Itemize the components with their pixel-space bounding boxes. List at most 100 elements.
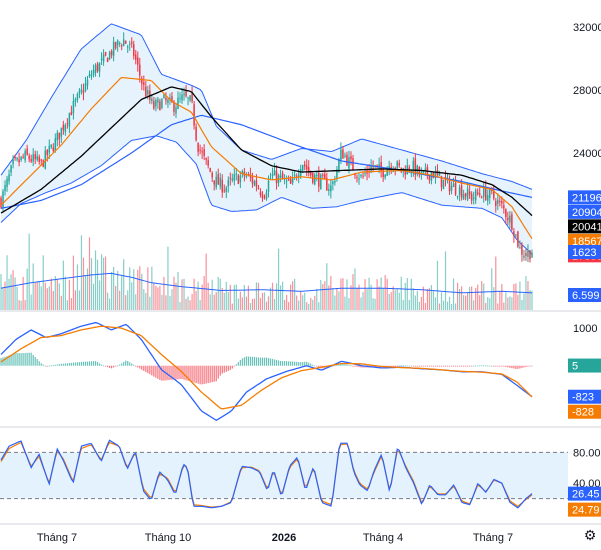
candle-body — [62, 124, 65, 131]
macd-histogram-bar — [418, 365, 420, 367]
candle-body — [458, 187, 461, 196]
volume-bar — [34, 282, 36, 310]
macd-histogram-bar — [141, 365, 143, 370]
macd-histogram-bar — [22, 353, 24, 366]
candle-body — [505, 209, 507, 218]
macd-histogram-bar — [456, 365, 459, 367]
candle-body — [229, 177, 232, 179]
candle-body — [139, 64, 141, 76]
candle-body — [38, 156, 40, 162]
candle-body — [320, 174, 322, 190]
candle-body — [32, 154, 34, 162]
candle-body — [185, 91, 187, 97]
volume-bar — [52, 290, 54, 310]
volume-bar — [509, 296, 511, 310]
candle-body — [217, 174, 219, 185]
volume-bar — [22, 276, 24, 310]
price-badge: 20041 — [568, 219, 601, 234]
macd-histogram-bar — [137, 365, 139, 368]
candle-body — [203, 149, 205, 156]
macd-histogram-bar — [36, 359, 38, 366]
volume-bar — [273, 299, 276, 310]
candle-body — [291, 178, 294, 183]
candle-body — [279, 175, 282, 178]
macd-histogram-bar — [229, 365, 231, 370]
volume-bar — [288, 302, 290, 310]
volume-bar — [344, 296, 346, 310]
volume-bar — [193, 278, 195, 310]
candle-body — [159, 101, 161, 111]
macd-histogram-bar — [88, 361, 91, 366]
macd-histogram-bar — [505, 365, 507, 367]
volume-bar — [384, 275, 386, 310]
volume-bar — [517, 294, 519, 310]
volume-bar — [215, 292, 217, 310]
macd-histogram-bar — [404, 365, 406, 367]
macd-signal-line — [0, 325, 533, 410]
candle-body — [116, 40, 119, 46]
macd-histogram-bar — [30, 352, 32, 366]
macd-histogram-bar — [416, 365, 418, 367]
candle-body — [396, 161, 399, 169]
candle-body — [460, 185, 463, 198]
macd-histogram-bar — [76, 362, 79, 366]
candle-body — [511, 214, 513, 230]
candle-body — [525, 253, 527, 256]
macd-histogram-bar — [209, 365, 211, 383]
macd-histogram-bar — [352, 365, 354, 367]
stock-chart[interactable]: 32000 28000 24000 1000 80.00 40.00 21196 20904 2… — [0, 0, 601, 545]
volume-bar — [42, 255, 44, 310]
candle-body — [314, 174, 316, 185]
macd-histogram-bar — [467, 365, 469, 367]
macd-histogram-bar — [281, 361, 284, 366]
macd-histogram-bar — [201, 365, 203, 385]
macd-histogram-bar — [167, 365, 169, 381]
candle-body — [358, 178, 360, 180]
candle-body — [424, 168, 427, 170]
volume-bar — [74, 290, 77, 310]
volume-bar — [173, 276, 175, 310]
candle-body — [237, 175, 240, 184]
volume-bar — [265, 301, 268, 310]
candle-body — [513, 231, 515, 236]
macd-histogram-bar — [155, 365, 157, 378]
volume-bar — [46, 288, 48, 310]
macd-badge: -823 — [568, 389, 601, 404]
macd-histogram-bar — [314, 365, 316, 367]
volume-bar — [14, 277, 16, 310]
candle-body — [78, 90, 81, 94]
candle-body — [132, 44, 135, 57]
macd-histogram-bar — [277, 360, 280, 366]
volume-bar — [436, 260, 439, 310]
volume-bar — [374, 298, 376, 310]
volume-bar — [225, 281, 227, 310]
macd-badge-label: 5 — [572, 361, 578, 373]
candle-body — [356, 177, 358, 179]
candle-body — [384, 174, 386, 178]
macd-histogram-bar — [454, 365, 457, 367]
macd-histogram-bar — [414, 365, 416, 367]
volume-bar — [410, 278, 412, 310]
macd-histogram-bar — [442, 365, 445, 367]
chart-canvas[interactable]: 320002800024000100080.0040.0021196209042… — [0, 0, 601, 545]
candle-body — [130, 41, 133, 44]
gear-icon[interactable]: ⚙ — [582, 527, 598, 543]
volume-bar — [96, 259, 99, 310]
volume-bar — [165, 295, 167, 310]
macd-histogram-bar — [513, 365, 515, 369]
macd-histogram-bar — [394, 365, 396, 367]
macd-histogram-bar — [489, 365, 491, 367]
volume-bar — [326, 263, 328, 310]
volume-bar — [255, 282, 258, 310]
macd-histogram-bar — [173, 365, 175, 380]
volume-bar — [396, 288, 398, 310]
candle-body — [189, 95, 191, 101]
macd-histogram-bar — [221, 365, 223, 374]
candle-body — [24, 151, 26, 161]
candle-body — [456, 195, 459, 197]
volume-bar — [386, 278, 388, 310]
macd-histogram-bar — [107, 365, 109, 368]
candle-body — [223, 190, 226, 192]
volume-bar — [60, 295, 62, 310]
candle-body — [108, 52, 111, 60]
